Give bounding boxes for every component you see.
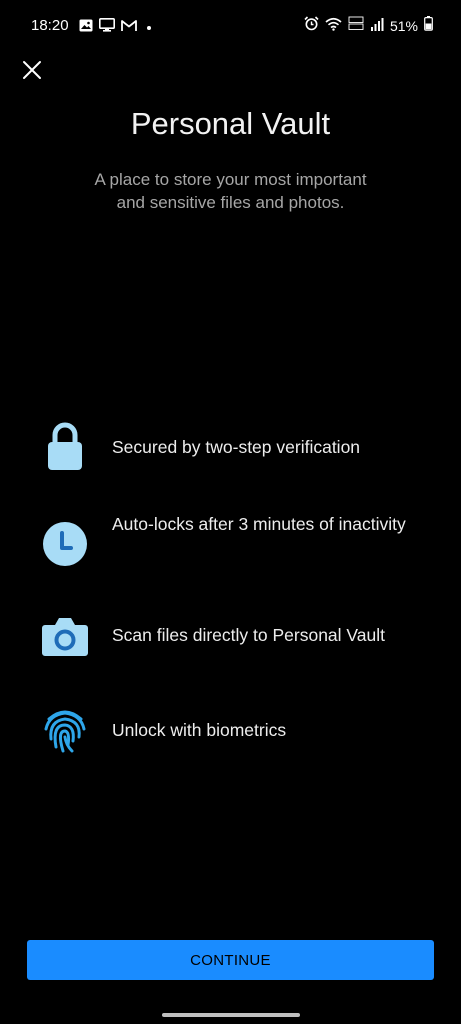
battery-icon: [424, 16, 433, 36]
status-bar: 18:20 51%: [0, 0, 461, 52]
continue-button[interactable]: CONTINUE: [27, 940, 434, 980]
gmail-icon: [121, 19, 137, 37]
battery-percentage: 51%: [389, 18, 418, 34]
image-icon: [79, 19, 93, 37]
status-left-icons: [79, 18, 151, 37]
feature-text: Scan files directly to Personal Vault: [112, 625, 386, 645]
fingerprint-icon: [40, 705, 90, 755]
signal-icon: [370, 17, 384, 36]
feature-text: Unlock with biometrics: [112, 720, 287, 740]
notification-dot: [147, 25, 151, 30]
feature-text: Secured by two-step verification: [112, 437, 361, 457]
status-time: 18:20: [31, 17, 69, 34]
volte-icon: [348, 16, 364, 36]
home-indicator[interactable]: [162, 1013, 300, 1017]
wifi-icon: [325, 17, 342, 36]
lock-icon: [40, 421, 90, 471]
feature-text: Auto-locks after 3 minutes of inactivity: [112, 514, 406, 534]
close-button[interactable]: [18, 56, 46, 84]
page-title: Personal Vault: [130, 106, 331, 141]
clock-icon: [40, 519, 90, 569]
close-icon: [23, 61, 41, 79]
camera-icon: [40, 611, 90, 661]
monitor-icon: [99, 18, 115, 37]
page-subtitle: A place to store your most important and…: [94, 170, 367, 212]
status-right-icons: 51%: [304, 16, 433, 36]
alarm-icon: [304, 16, 319, 36]
